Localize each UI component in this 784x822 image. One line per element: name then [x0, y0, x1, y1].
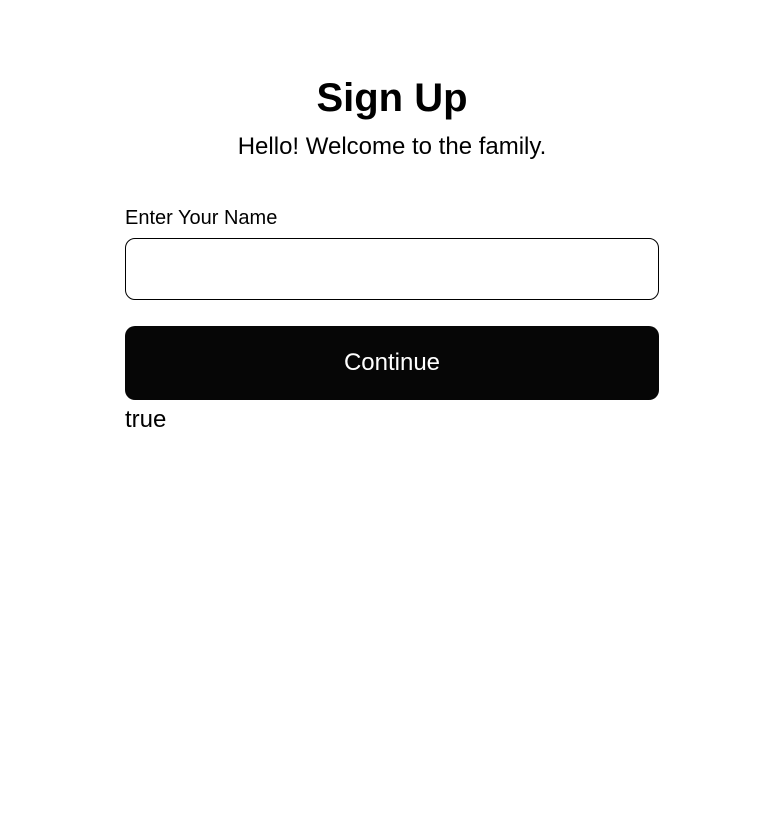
signup-form-container: Sign Up Hello! Welcome to the family. En… [125, 0, 659, 434]
name-input-label: Enter Your Name [125, 207, 659, 230]
page-subtitle: Hello! Welcome to the family. [125, 133, 659, 161]
continue-button[interactable]: Continue [125, 326, 659, 400]
name-input[interactable] [125, 238, 659, 300]
page-title: Sign Up [125, 76, 659, 121]
stray-text: true [125, 406, 659, 434]
